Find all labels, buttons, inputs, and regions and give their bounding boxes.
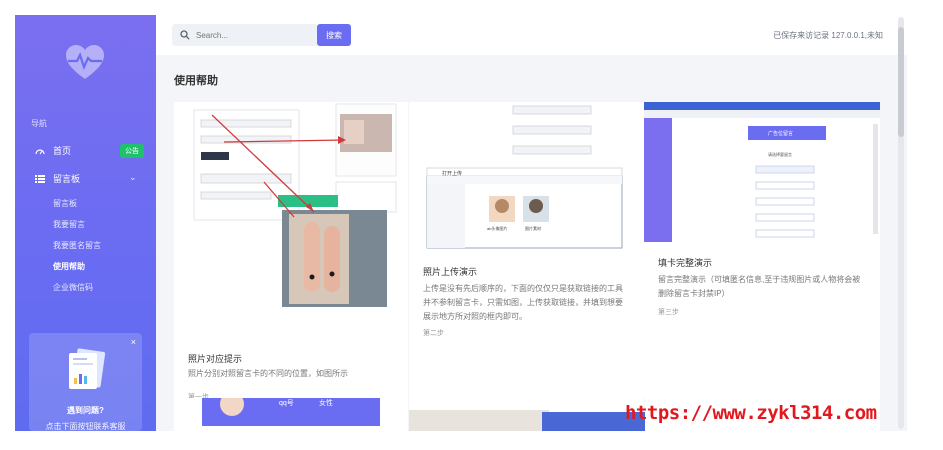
sub-item-leave-message[interactable]: 我要留言 [53, 219, 85, 230]
sidebar-item-label: 留言板 [53, 174, 81, 184]
form-header: 请选择要留言 [768, 152, 792, 157]
help-card-fill-demo: 广告位留言 请选择要留言 填卡完整演示 留言完整演示（可填匿名信息,至于违规图片… [644, 102, 880, 398]
form-button-label: 广告位留言 [768, 131, 794, 137]
help-card-photo-upload: 打开上传 ab头像图片 图片素材 照片上传演示 上传是没有先后顺序的，下面的仅仅… [409, 102, 644, 398]
card-step: 第二步 [423, 330, 444, 337]
qq-label: qq号 [279, 400, 294, 407]
chevron-down-icon[interactable]: ⌄ [129, 172, 137, 183]
sidebar: 导航 首页 公告 留言板 ⌄ 留言板 我要留言 我要匿名留言 使用帮助 企业微信… [15, 15, 156, 431]
card-description: 留言完整演示（可填匿名信息,至于违规图片或人物将会被删除留言卡封禁IP） [658, 275, 861, 298]
card-title: 照片对应提示 [188, 354, 243, 364]
search-button[interactable]: 搜索 [317, 24, 351, 46]
sub-item-anonymous-message[interactable]: 我要匿名留言 [53, 240, 101, 251]
document-chart-illustration-icon [69, 348, 106, 389]
promo-title: 遇到问题? [67, 406, 104, 415]
fill-demo-screenshot [644, 102, 880, 242]
card-description: 照片分别对照留言卡的不同的位置，如图所示 [188, 369, 348, 378]
page-scrollbar[interactable] [898, 17, 904, 429]
visit-record-text: 已保存来访记录 127.0.0.1,未知 [773, 31, 883, 40]
card-title: 照片上传演示 [423, 267, 478, 277]
card-title: 填卡完整演示 [658, 258, 713, 268]
sub-item-help[interactable]: 使用帮助 [53, 261, 85, 272]
promo-subtitle[interactable]: 点击下面按钮联系客服 [29, 421, 142, 431]
photo-mapping-screenshot [174, 102, 408, 307]
sidebar-item-label: 首页 [53, 146, 72, 156]
sub-item-message-board[interactable]: 留言板 [53, 198, 77, 209]
sub-item-wechat-code[interactable]: 企业微信码 [53, 282, 93, 293]
dashboard-icon [35, 148, 45, 154]
heart-pulse-logo-icon[interactable] [65, 45, 105, 81]
app-frame: 导航 首页 公告 留言板 ⌄ 留言板 我要留言 我要匿名留言 使用帮助 企业微信… [15, 15, 907, 431]
gender-label: 女性 [319, 400, 333, 407]
card-description: 上传是没有先后顺序的，下面的仅仅只是获取链接的工具并不参制留言卡，只需如图，上传… [423, 284, 623, 321]
watermark-url: https://www.zykl314.com [625, 402, 877, 424]
search-icon [180, 30, 190, 40]
file-name: ab头像图片 [487, 226, 508, 231]
announcement-badge[interactable]: 公告 [120, 144, 144, 158]
sidebar-item-message-board[interactable]: 留言板 [35, 172, 80, 185]
file-name: 图片素材 [525, 226, 541, 231]
nav-section-label: 导航 [31, 119, 47, 128]
search-box [172, 24, 318, 46]
sidebar-item-home[interactable]: 首页 [35, 144, 71, 157]
page-title: 使用帮助 [174, 75, 218, 87]
topbar: 搜索 已保存来访记录 127.0.0.1,未知 [156, 15, 907, 55]
search-input[interactable] [196, 30, 306, 40]
close-icon[interactable]: × [131, 337, 136, 347]
list-icon [35, 174, 45, 183]
file-dialog-title: 打开上传 [442, 171, 463, 177]
card-step: 第三步 [658, 309, 679, 316]
support-promo-card: × 遇到问题? 点击下面按钮联系客服 [29, 333, 142, 431]
help-card-photo-mapping: 照片对应提示 照片分别对照留言卡的不同的位置，如图所示 第一步 [174, 102, 408, 401]
scrollbar-thumb[interactable] [898, 27, 904, 137]
